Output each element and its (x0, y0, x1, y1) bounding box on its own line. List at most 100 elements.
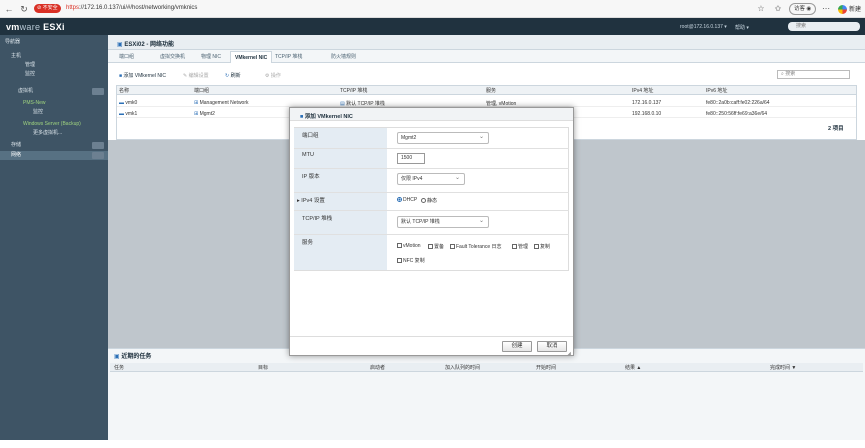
sidebar-item-host[interactable]: 主机 (0, 52, 108, 61)
tab-vmkernel-nics[interactable]: VMkernel NIC (230, 51, 273, 63)
star-icon[interactable]: ☆ (755, 3, 767, 15)
sidebar-label: 网络 (11, 152, 22, 158)
radio-selected-icon (397, 197, 402, 203)
user-menu[interactable]: root@172.16.0.137 ▾ (680, 24, 727, 30)
more-icon[interactable]: ⋯ (820, 3, 832, 15)
tab-bar (108, 50, 865, 63)
sidebar-label: 虚拟机 (18, 88, 34, 94)
url-protocol: https (66, 5, 80, 11)
checkbox-icon (397, 258, 402, 264)
dhcp-radio[interactable]: DHCP (397, 197, 417, 203)
nfc-replication-checkbox[interactable]: NFC 复制 (397, 257, 425, 264)
static-radio[interactable]: 静态 (421, 197, 437, 204)
sidebar-label: Windows Server (Backup) (23, 121, 81, 127)
create-button[interactable]: 创建 (502, 341, 532, 352)
column-header-services[interactable]: 服务 (486, 87, 496, 94)
edit-settings-button[interactable]: ✎ 编辑设置 (183, 72, 209, 79)
vmware-logo: vmware ESXi (6, 22, 65, 32)
column-header-ipv6[interactable]: IPv6 地址 (706, 87, 727, 94)
checkbox-icon (534, 244, 539, 250)
mtu-input[interactable]: 1500 (397, 153, 425, 164)
checkbox-icon (450, 244, 455, 250)
grid-search-input[interactable]: ⌕ 搜索 (777, 70, 850, 79)
new-button[interactable]: 新建 (838, 4, 861, 14)
tcpip-stack-select[interactable]: 默认 TCP/IP 堆栈 (397, 216, 489, 228)
cell-name: ▬ vmk1 (119, 111, 138, 117)
cell-ipv4: 172.16.0.137 (632, 100, 662, 106)
tab-physical-nics[interactable]: 物理 NIC (201, 53, 221, 60)
sidebar-item-vm-pms[interactable]: PMS-New (0, 99, 108, 108)
column-header-target[interactable]: 目标 (258, 364, 268, 371)
portgroup-select[interactable]: Mgmt2 (397, 132, 489, 144)
sidebar-label: 主机 (11, 53, 22, 59)
dialog-title: ■ 添加 VMkernel NIC (300, 114, 353, 120)
sidebar-item-network[interactable]: 网络 (0, 151, 108, 160)
column-header-portgroup[interactable]: 端口组 (194, 87, 209, 94)
column-header-started[interactable]: 开始时间 (536, 364, 556, 371)
cell-portgroup[interactable]: ⊞ Management Network (194, 100, 249, 106)
provisioning-checkbox[interactable]: 置备 (428, 243, 444, 250)
sidebar-item-manage[interactable]: 管理 (0, 61, 108, 70)
toolbar (108, 63, 865, 85)
count-badge (92, 152, 104, 159)
vmotion-checkbox[interactable]: vMotion (397, 243, 421, 249)
breadcrumb: ▣ ESXi02 - 网络功能 (117, 42, 175, 48)
tab-vswitches[interactable]: 虚拟交换机 (160, 53, 185, 60)
address-bar[interactable]: https://172.16.0.137/ui/#/host/networkin… (66, 5, 197, 11)
sidebar-item-monitor[interactable]: 监控 (0, 70, 108, 79)
help-menu[interactable]: 帮助 ▾ (735, 24, 749, 31)
column-header-stack[interactable]: TCP/IP 堆栈 (340, 87, 367, 94)
column-header-queued[interactable]: 加入队列的时间 (445, 364, 480, 371)
reload-icon[interactable]: ↻ (18, 3, 30, 15)
mtu-label: MTU (294, 149, 387, 168)
security-badge[interactable]: ⊘ 不安全 (34, 4, 61, 13)
recent-tasks-title[interactable]: ▣ 近期的任务 (114, 351, 151, 360)
column-header-completed[interactable]: 完成时间 ▼ (770, 364, 796, 371)
actions-button[interactable]: ⚙ 操作 (265, 72, 281, 79)
cell-stack[interactable]: ▤ 默认 TCP/IP 堆栈 (340, 100, 385, 107)
cell-services: 管理, vMotion (486, 101, 517, 107)
cell-ipv6: fe80::250:56ff:fe69:a36e/64 (706, 111, 768, 117)
sidebar-label: 管理 (25, 62, 36, 68)
count-badge (92, 142, 104, 149)
profile-label: 访客 (794, 6, 806, 12)
checkbox-icon (397, 243, 402, 249)
ip-version-select[interactable]: 仅限 IPv4 (397, 173, 465, 185)
replication-checkbox[interactable]: 复制 (534, 243, 550, 250)
column-header-result[interactable]: 结果 ▲ (625, 364, 641, 371)
fault-tolerance-checkbox[interactable]: Fault Tolerance 日志 (450, 243, 501, 250)
add-vmkernel-nic-button[interactable]: ■ 添加 VMkernel NIC (119, 72, 166, 79)
favorites-icon[interactable]: ✩ (772, 3, 784, 15)
recent-tasks-panel (108, 348, 865, 440)
tab-firewall-rules[interactable]: 防火墙规则 (331, 53, 356, 60)
sidebar-header: 导航器 (0, 38, 108, 47)
sidebar-item-vm-monitor[interactable]: 监控 (0, 108, 108, 117)
sidebar-item-vms[interactable]: 虚拟机 (0, 87, 108, 96)
services-label: 服务 (294, 235, 387, 270)
ipv4-settings-toggle[interactable]: ▸ IPv4 设置 (294, 193, 387, 210)
column-header-task[interactable]: 任务 (114, 364, 124, 371)
sidebar-item-more-vms[interactable]: 更多虚拟机... (0, 129, 108, 138)
header-search-input[interactable]: 搜索 (788, 22, 860, 31)
sidebar-item-vm-windows[interactable]: Windows Server (Backup) (0, 120, 108, 129)
cancel-button[interactable]: 取消 (537, 341, 567, 352)
sidebar-label: 监控 (25, 71, 36, 77)
cell-ipv6: fe80::2a0b:caff:fe02:226a/64 (706, 100, 770, 106)
profile-button[interactable]: 访客 ◉ (789, 3, 817, 15)
back-icon[interactable]: ← (3, 3, 15, 15)
resize-handle-icon[interactable]: ◢ (567, 351, 571, 357)
column-header-ipv4[interactable]: IPv4 地址 (632, 87, 653, 94)
tab-tcpip-stacks[interactable]: TCP/IP 堆栈 (275, 53, 302, 60)
new-label: 新建 (849, 7, 862, 13)
sidebar-label: 更多虚拟机... (33, 130, 63, 136)
column-header-name[interactable]: 名称 (119, 87, 129, 94)
management-checkbox[interactable]: 管理 (512, 243, 528, 250)
refresh-button[interactable]: ↻ 刷新 (225, 72, 241, 79)
checkbox-icon (428, 244, 433, 250)
sidebar-item-storage[interactable]: 存储 (0, 141, 108, 150)
column-header-initiator[interactable]: 启动者 (370, 364, 385, 371)
tab-portgroups[interactable]: 端口组 (119, 53, 134, 60)
sidebar-label: PMS-New (23, 100, 46, 106)
cell-portgroup[interactable]: ⊞ Mgmt2 (194, 111, 215, 117)
browser-logo-icon (838, 4, 847, 14)
